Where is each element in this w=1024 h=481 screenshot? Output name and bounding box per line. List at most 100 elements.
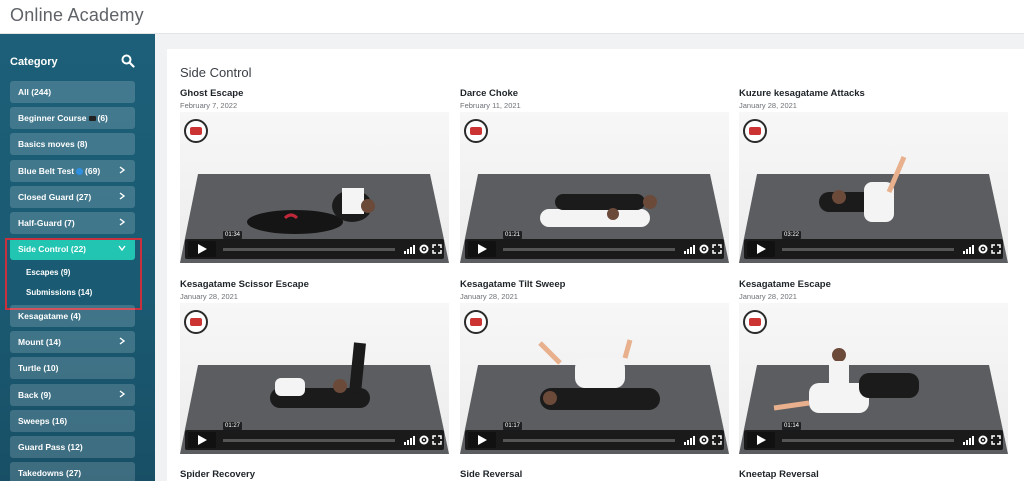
chevron-right-icon[interactable]: [117, 217, 127, 227]
volume-icon[interactable]: [404, 245, 416, 254]
video-controls: 01:21: [465, 231, 724, 259]
category-label: Back (9): [18, 390, 52, 400]
play-icon[interactable]: [747, 432, 775, 448]
category-mount[interactable]: Mount (14): [10, 331, 135, 353]
category-half-guard[interactable]: Half-Guard (7): [10, 212, 135, 234]
chevron-right-icon[interactable]: [117, 165, 127, 175]
category-takedowns[interactable]: Takedowns (27): [10, 462, 135, 481]
category-label: Guard Pass (12): [18, 442, 83, 452]
fullscreen-icon[interactable]: [991, 435, 1001, 445]
chevron-right-icon[interactable]: [117, 191, 127, 201]
video-title[interactable]: Ghost Escape: [180, 88, 243, 99]
video-controls: 01:17: [465, 422, 724, 450]
video-title[interactable]: Darce Choke: [460, 88, 518, 99]
video-title[interactable]: Kneetap Reversal: [739, 469, 819, 480]
progress-track[interactable]: [503, 439, 675, 442]
settings-icon[interactable]: [419, 435, 429, 445]
volume-icon[interactable]: [684, 436, 696, 445]
academy-logo: [743, 310, 767, 334]
category-turtle[interactable]: Turtle (10): [10, 357, 135, 379]
category-sweeps[interactable]: Sweeps (16): [10, 410, 135, 432]
video-player[interactable]: 01:14: [739, 303, 1008, 454]
volume-icon[interactable]: [404, 436, 416, 445]
settings-icon[interactable]: [699, 435, 709, 445]
video-duration: 03:22: [782, 231, 802, 239]
video-player[interactable]: 01:27: [180, 303, 449, 454]
category-count: (6): [97, 113, 108, 123]
category-beginner-course[interactable]: Beginner Course (6): [10, 107, 135, 129]
academy-logo: [184, 119, 208, 143]
video-date: February 7, 2022: [180, 101, 238, 110]
category-label: Sweeps (16): [18, 416, 68, 426]
video-date: January 28, 2021: [739, 101, 797, 110]
category-label: All (244): [18, 87, 52, 97]
settings-icon[interactable]: [699, 244, 709, 254]
fullscreen-icon[interactable]: [432, 244, 442, 254]
category-kesagatame[interactable]: Kesagatame (4): [10, 305, 135, 327]
fullscreen-icon[interactable]: [991, 244, 1001, 254]
academy-logo: [743, 119, 767, 143]
academy-logo: [184, 310, 208, 334]
fighters-image: [538, 339, 660, 410]
video-player[interactable]: 01:34: [180, 112, 449, 263]
play-icon[interactable]: [188, 241, 216, 257]
play-icon[interactable]: [747, 241, 775, 257]
chevron-right-icon[interactable]: [117, 336, 127, 346]
search-icon[interactable]: [121, 54, 135, 68]
volume-icon[interactable]: [684, 245, 696, 254]
play-icon[interactable]: [468, 241, 496, 257]
video-duration: 01:17: [503, 422, 523, 430]
category-label: Blue Belt Test: [18, 166, 75, 176]
category-blue-belt-test[interactable]: Blue Belt Test (69): [10, 160, 135, 182]
fullscreen-icon[interactable]: [712, 244, 722, 254]
video-duration: 01:14: [782, 422, 802, 430]
progress-track[interactable]: [503, 248, 675, 251]
chevron-right-icon[interactable]: [117, 389, 127, 399]
progress-track[interactable]: [782, 439, 954, 442]
video-duration: 01:21: [503, 231, 523, 239]
category-back[interactable]: Back (9): [10, 384, 135, 406]
fighters-image: [819, 156, 907, 222]
academy-logo: [464, 119, 488, 143]
category-label: Beginner Course: [18, 113, 87, 123]
category-guard-pass[interactable]: Guard Pass (12): [10, 436, 135, 458]
video-title[interactable]: Spider Recovery: [180, 469, 255, 480]
fullscreen-icon[interactable]: [432, 435, 442, 445]
settings-icon[interactable]: [978, 244, 988, 254]
video-title[interactable]: Kuzure kesagatame Attacks: [739, 88, 865, 99]
selection-highlight: [5, 238, 142, 310]
fullscreen-icon[interactable]: [712, 435, 722, 445]
fighters-image: [270, 342, 370, 408]
category-label: Takedowns (27): [18, 468, 82, 478]
fighters-image: [773, 348, 919, 413]
video-date: February 11, 2021: [460, 101, 521, 110]
video-title[interactable]: Kesagatame Tilt Sweep: [460, 279, 565, 290]
category-closed-guard[interactable]: Closed Guard (27): [10, 186, 135, 208]
progress-track[interactable]: [223, 439, 395, 442]
category-all[interactable]: All (244): [10, 81, 135, 103]
settings-icon[interactable]: [419, 244, 429, 254]
video-player[interactable]: 03:22: [739, 112, 1008, 263]
top-header: Online Academy: [0, 0, 1024, 34]
progress-track[interactable]: [223, 248, 395, 251]
video-player[interactable]: 01:21: [460, 112, 729, 263]
video-title[interactable]: Side Reversal: [460, 469, 522, 480]
settings-icon[interactable]: [978, 435, 988, 445]
volume-icon[interactable]: [963, 245, 975, 254]
play-icon[interactable]: [468, 432, 496, 448]
video-date: January 28, 2021: [739, 292, 797, 301]
play-icon[interactable]: [188, 432, 216, 448]
video-title[interactable]: Kesagatame Scissor Escape: [180, 279, 309, 290]
fighters-image: [540, 194, 657, 227]
category-count: (69): [85, 166, 101, 176]
category-label: Closed Guard (27): [18, 192, 92, 202]
video-title[interactable]: Kesagatame Escape: [739, 279, 831, 290]
volume-icon[interactable]: [963, 436, 975, 445]
video-player[interactable]: 01:17: [460, 303, 729, 454]
video-duration: 01:27: [223, 422, 243, 430]
category-label: Kesagatame (4): [18, 311, 81, 321]
category-label: Mount (14): [18, 337, 61, 347]
app-title[interactable]: Online Academy: [10, 5, 144, 26]
category-basics-moves[interactable]: Basics moves (8): [10, 133, 135, 155]
progress-track[interactable]: [782, 248, 954, 251]
